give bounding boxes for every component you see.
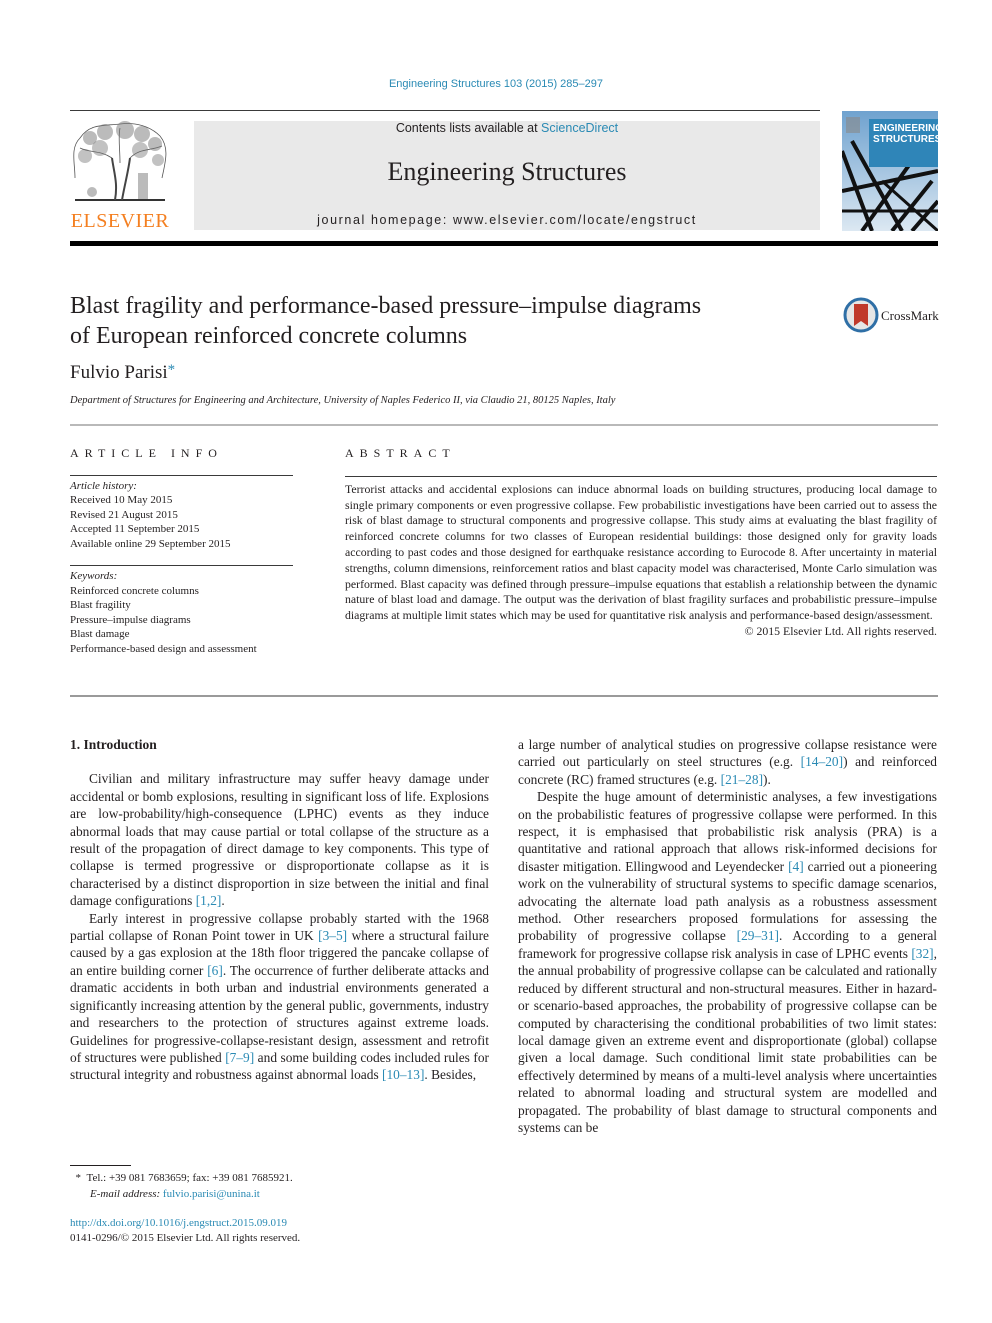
citation-link[interactable]: [10–13] (382, 1067, 424, 1082)
history-item: Available online 29 September 2015 (70, 537, 231, 550)
keyword: Reinforced concrete columns (70, 584, 199, 597)
article-info-rule (70, 474, 293, 476)
citation-link[interactable]: [14–20] (801, 754, 843, 769)
paragraph-text: Civilian and military infrastructure may… (70, 771, 489, 909)
footnote-email: E-mail address: fulvio.parisi@unina.it (70, 1186, 293, 1202)
history-item: Accepted 11 September 2015 (70, 523, 200, 535)
abstract: ABSTRACT Terrorist attacks and accidenta… (345, 446, 937, 640)
cover-title: ENGINEERING STRUCTURES (869, 119, 938, 167)
article-info: ARTICLE INFO Article history: Received 1… (70, 446, 293, 656)
history-item: Revised 21 August 2015 (70, 508, 178, 521)
keywords-rule (70, 565, 293, 566)
citation-link[interactable]: [4] (788, 859, 804, 874)
homepage-url[interactable]: www.elsevier.com/locate/engstruct (453, 213, 697, 227)
running-head-link[interactable]: Engineering Structures 103 (2015) 285–29… (389, 78, 603, 90)
keywords-heading: Keywords: (70, 570, 118, 582)
paragraph: a large number of analytical studies on … (518, 736, 937, 788)
abstract-heading: ABSTRACT (345, 446, 456, 460)
affiliation: Department of Structures for Engineering… (70, 395, 616, 406)
history-item: Received 10 May 2015 (70, 494, 173, 506)
contents-line: Contents lists available at ScienceDirec… (194, 121, 820, 135)
paragraph: Despite the huge amount of deterministic… (518, 788, 937, 1136)
citation-link[interactable]: [1,2] (196, 893, 222, 908)
journal-cover-thumbnail[interactable]: ENGINEERING STRUCTURES (842, 111, 938, 231)
cover-title-line2: STRUCTURES (873, 134, 938, 145)
author-footnote-mark[interactable]: * (168, 362, 176, 378)
citation-link[interactable]: [3–5] (318, 928, 347, 943)
doi-link[interactable]: http://dx.doi.org/10.1016/j.engstruct.20… (70, 1216, 300, 1231)
author-name[interactable]: Fulvio Parisi (70, 362, 168, 383)
journal-name: Engineering Structures (387, 157, 627, 186)
abstract-rule (345, 475, 937, 477)
elsevier-wordmark[interactable]: ELSEVIER (70, 210, 170, 233)
title-line-2: of European reinforced concrete columns (70, 323, 468, 349)
email-link[interactable]: fulvio.parisi@unina.it (163, 1188, 260, 1200)
affiliation-rule (70, 424, 938, 426)
body-right-column: a large number of analytical studies on … (518, 736, 937, 1136)
citation-link[interactable]: [29–31] (737, 928, 779, 943)
citation-link[interactable]: [21–28] (721, 772, 763, 787)
crossmark-icon[interactable] (843, 297, 879, 333)
footnote-contact-text: Tel.: +39 081 7683659; fax: +39 081 7685… (86, 1172, 293, 1184)
footnote-rule (70, 1165, 131, 1166)
history-heading: Article history: (70, 479, 137, 492)
abstract-bottom-rule (70, 695, 938, 697)
keyword: Pressure–impulse diagrams (70, 613, 191, 626)
doi-block: http://dx.doi.org/10.1016/j.engstruct.20… (70, 1216, 300, 1246)
cover-title-line1: ENGINEERING (873, 123, 938, 134)
section-heading: 1. Introduction (70, 737, 157, 752)
paragraph-text: ). (763, 771, 771, 787)
journal-banner: Contents lists available at ScienceDirec… (194, 121, 820, 230)
homepage-prefix: journal homepage: (317, 213, 453, 227)
running-head[interactable]: Engineering Structures 103 (2015) 285–29… (0, 78, 992, 90)
paragraph-text: . (221, 893, 225, 909)
article-title: Blast fragility and performance-based pr… (70, 291, 790, 351)
footnote-mark: * (75, 1172, 82, 1184)
contents-prefix: Contents lists available at (395, 121, 542, 135)
footnote: * Tel.: +39 081 7683659; fax: +39 081 76… (70, 1170, 293, 1202)
author: Fulvio Parisi* (70, 362, 175, 384)
title-line-1: Blast fragility and performance-based pr… (70, 293, 702, 319)
email-label: E-mail address: (90, 1188, 163, 1200)
abstract-copyright: © 2015 Elsevier Ltd. All rights reserved… (744, 623, 937, 638)
citation-link[interactable]: [6] (207, 963, 223, 978)
top-rule (70, 110, 820, 111)
article-info-heading: ARTICLE INFO (70, 446, 223, 460)
issn-line: 0141-0296/© 2015 Elsevier Ltd. All right… (70, 1232, 301, 1244)
paragraph: Early interest in progressive collapse p… (70, 910, 489, 1084)
crossmark-label[interactable]: CrossMark (881, 308, 939, 324)
citation-link[interactable]: [7–9] (225, 1050, 254, 1065)
header-rule (70, 241, 938, 246)
keyword: Performance-based design and assessment (70, 642, 257, 655)
paragraph-text: , the annual probability of progressive … (518, 945, 937, 1135)
journal-homepage: journal homepage: www.elsevier.com/locat… (194, 213, 820, 227)
sciencedirect-link[interactable]: ScienceDirect (541, 121, 618, 135)
paragraph: Civilian and military infrastructure may… (70, 770, 489, 909)
body-left-column: 1. Introduction Civilian and military in… (70, 736, 489, 1084)
keyword: Blast damage (70, 628, 130, 640)
keyword: Blast fragility (70, 599, 131, 611)
paragraph-text: . Besides, (424, 1067, 477, 1083)
abstract-text: Terrorist attacks and accidental explosi… (345, 481, 937, 623)
footnote-contact: * Tel.: +39 081 7683659; fax: +39 081 76… (70, 1170, 293, 1186)
citation-link[interactable]: [32] (911, 946, 933, 961)
